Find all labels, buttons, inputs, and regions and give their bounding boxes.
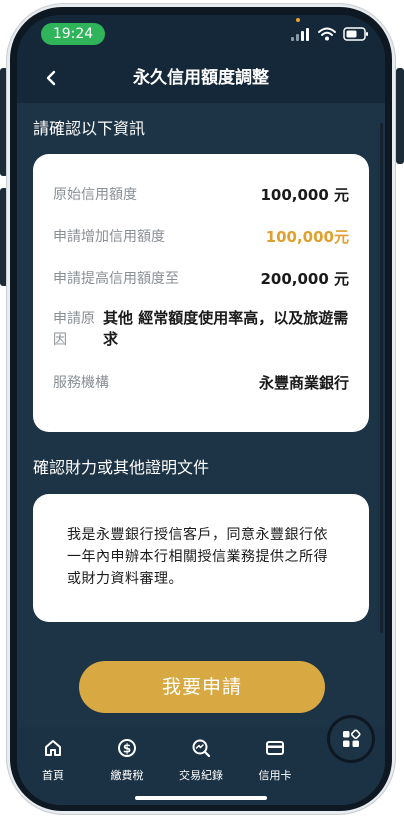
reason-label-line1: 申請原 [53, 311, 95, 327]
detail-label: 申請提高信用額度至 [53, 271, 179, 287]
signal-icon [291, 26, 311, 45]
side-button-right [396, 68, 404, 164]
status-time: 19:24 [41, 23, 105, 45]
apply-button[interactable]: 我要申請 [79, 661, 325, 713]
credit-card-icon [266, 741, 284, 755]
svg-text:$: $ [123, 742, 131, 756]
page-title: 永久信用額度調整 [133, 68, 269, 88]
scrollbar[interactable] [380, 123, 383, 633]
docs-section-title: 確認財力或其他證明文件 [33, 458, 210, 477]
status-bar: 19:24 [17, 15, 385, 53]
reason-value: 其他 經常額度使用率高，以及旅遊需求 [103, 309, 349, 348]
detail-value-highlight: 100,000元 [265, 228, 349, 246]
chevron-left-icon [46, 70, 56, 86]
detail-label: 原始信用額度 [53, 187, 137, 203]
search-chart-icon [192, 739, 211, 758]
tab-label: 交易紀錄 [179, 769, 223, 782]
reason-label-line2: 因 [53, 332, 67, 348]
status-icons [291, 26, 369, 45]
back-button[interactable] [37, 63, 65, 93]
battery-icon [343, 26, 369, 45]
tab-label: 首頁 [42, 769, 64, 782]
tab-pay-taxes[interactable]: $ 繳費稅 [91, 737, 163, 783]
details-card: 原始信用額度 100,000 元 申請增加信用額度 100,000元 申請提高信… [33, 154, 369, 432]
confirm-section-title: 請確認以下資訊 [33, 119, 146, 138]
tab-label: 繳費稅 [110, 769, 144, 782]
tab-transactions[interactable]: 交易紀錄 [165, 737, 237, 783]
quick-menu-button[interactable] [330, 718, 372, 760]
grid-apps-icon [343, 729, 361, 747]
detail-value: 100,000 元 [260, 186, 349, 204]
home-indicator[interactable] [135, 796, 267, 800]
tab-home[interactable]: 首頁 [17, 737, 89, 783]
dollar-icon: $ [118, 739, 136, 757]
consent-statement: 我是永豐銀行授信客戶，同意永豐銀行依一年內申辦本行相關授信業務提供之所得或財力資… [67, 527, 328, 587]
detail-row-reason: 申請原 因 其他 經常額度使用率高，以及旅遊需求 [53, 309, 349, 353]
tab-label: 信用卡 [258, 769, 292, 782]
app-bar: 永久信用額度調整 [17, 53, 385, 103]
detail-label: 服務機構 [53, 375, 109, 391]
detail-value: 200,000 元 [260, 270, 349, 288]
camera-indicator-dot [296, 18, 300, 22]
wifi-icon [318, 26, 336, 45]
statement-card: 我是永豐銀行授信客戶，同意永豐銀行依一年內申辦本行相關授信業務提供之所得或財力資… [33, 494, 369, 622]
home-icon [45, 740, 61, 756]
detail-label: 申請原 因 [53, 309, 97, 351]
app-screen: 19:24 永久信用額度調整 請確認以下資訊 原始信用額度 100,000 元 … [17, 15, 385, 805]
detail-label: 申請增加信用額度 [53, 229, 165, 245]
tab-credit-card[interactable]: 信用卡 [239, 737, 311, 783]
detail-value: 永豐商業銀行 [258, 374, 349, 392]
